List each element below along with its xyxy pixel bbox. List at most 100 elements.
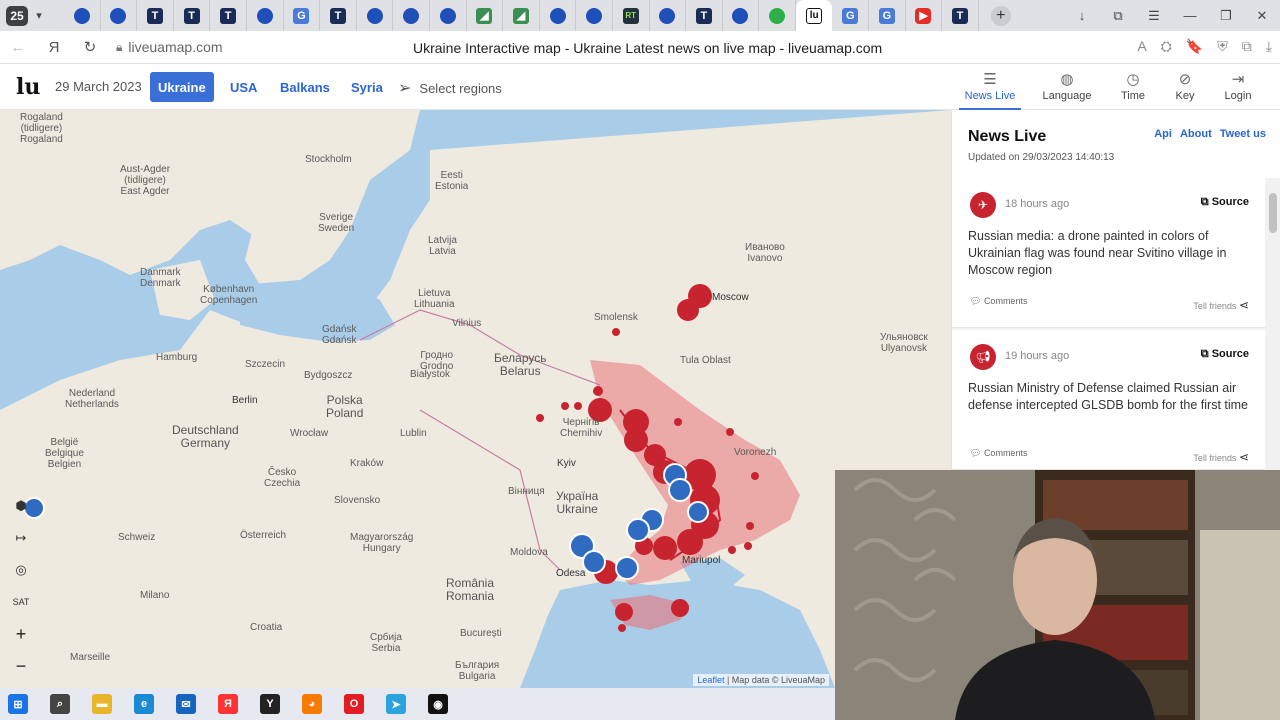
browser-tab[interactable] xyxy=(247,0,284,31)
comments-button[interactable]: 💬︎ Comments xyxy=(970,296,1027,307)
obs-icon[interactable]: ◉ xyxy=(428,694,448,714)
about-link[interactable]: About xyxy=(1180,128,1212,140)
source-link[interactable]: ⧉ Source xyxy=(1201,196,1249,209)
layers-icon[interactable]: ⬢ xyxy=(9,494,33,518)
interactive-map[interactable]: Rogaland (tidligere) Rogaland Aust-Agder … xyxy=(0,110,951,688)
browser-tab[interactable]: T xyxy=(320,0,357,31)
browser-tab[interactable] xyxy=(393,0,430,31)
youtube-icon: ▶ xyxy=(915,7,932,24)
region-syria-button[interactable]: Syria xyxy=(343,72,391,102)
windows-start-icon[interactable]: ⊞ xyxy=(8,694,28,714)
browser-tab[interactable] xyxy=(101,0,138,31)
browser-tab[interactable] xyxy=(650,0,687,31)
news-item[interactable]: 📢︎ 19 hours ago ⧉ Source Russian Ministr… xyxy=(952,330,1265,470)
browser-tab[interactable] xyxy=(64,0,101,31)
yandex-icon[interactable]: Я xyxy=(36,39,72,56)
share-button[interactable]: Tell friends ⋖ xyxy=(1193,298,1249,312)
map-place-label: Иваново Ivanovo xyxy=(745,242,785,264)
menu-news-live[interactable]: ☰ News Live xyxy=(959,70,1021,110)
satellite-toggle[interactable]: SAT xyxy=(9,590,33,614)
tab-list-chevron-icon[interactable]: ▾ xyxy=(28,6,50,26)
browser-tab[interactable]: G xyxy=(869,0,906,31)
browser-tab[interactable]: ◢ xyxy=(503,0,540,31)
tabs-icon[interactable]: ⧉ xyxy=(1242,38,1252,55)
news-scrollbar[interactable] xyxy=(1266,178,1280,470)
map-place-label: Wrocław xyxy=(290,428,329,439)
feather-icon: ◢ xyxy=(476,7,493,24)
telegram-icon[interactable]: ➤ xyxy=(386,694,406,714)
lock-icon[interactable]: 🔒︎ xyxy=(116,40,122,55)
leaflet-link[interactable]: Leaflet xyxy=(697,675,724,685)
hide-icon[interactable]: ◎ xyxy=(9,558,33,582)
browser-tab[interactable]: ◢ xyxy=(467,0,504,31)
map-place-label: Mariupol xyxy=(682,555,721,566)
new-tab-button[interactable]: + xyxy=(990,5,1011,26)
liveuamap-logo[interactable]: lu xyxy=(16,74,40,100)
comments-button[interactable]: 💬︎ Comments xyxy=(970,448,1027,459)
browser-tab[interactable]: ▶ xyxy=(906,0,943,31)
menu-login[interactable]: ⇥ Login xyxy=(1207,70,1269,102)
extensions-icon[interactable]: ⛭ xyxy=(1161,38,1172,55)
translate-icon: G xyxy=(293,7,310,24)
zoom-in-button[interactable]: + xyxy=(9,622,33,646)
news-list-icon: ☰ xyxy=(983,71,997,88)
news-text[interactable]: Russian media: a drone painted in colors… xyxy=(968,228,1258,279)
browser-tab[interactable]: T xyxy=(942,0,979,31)
browser-tab[interactable]: G xyxy=(284,0,321,31)
region-balkans-button[interactable]: Balkans xyxy=(272,72,338,102)
shield-icon[interactable]: ⛨ xyxy=(1217,38,1228,55)
menu-language[interactable]: ◍ Language xyxy=(1036,70,1098,102)
back-button[interactable]: ← xyxy=(0,39,36,56)
minimize-button[interactable]: — xyxy=(1172,8,1208,23)
browser-tab[interactable]: T xyxy=(137,0,174,31)
browser-tab[interactable] xyxy=(759,0,796,31)
api-link[interactable]: Api xyxy=(1154,128,1172,140)
bookmark-icon[interactable]: 🔖 xyxy=(1186,38,1203,55)
scrollbar-thumb[interactable] xyxy=(1269,193,1277,233)
browser-tab[interactable]: T xyxy=(174,0,211,31)
browser-tab[interactable]: G xyxy=(832,0,870,31)
zoom-out-button[interactable]: − xyxy=(9,654,33,678)
region-usa-button[interactable]: USA xyxy=(222,72,265,102)
downloads-icon[interactable]: ↓ xyxy=(1064,8,1100,23)
edge-icon[interactable]: e xyxy=(134,694,154,714)
browser-tab[interactable] xyxy=(576,0,613,31)
expand-arrow-icon[interactable]: ↦ xyxy=(9,526,33,550)
search-icon[interactable]: ⌕ xyxy=(50,694,70,714)
share-button[interactable]: Tell friends ⋖ xyxy=(1193,450,1249,464)
menu-icon[interactable]: ☰ xyxy=(1136,8,1172,24)
map-place-label: Беларусь Belarus xyxy=(494,351,547,378)
news-item[interactable]: ✈ 18 hours ago ⧉ Source Russian media: a… xyxy=(952,178,1265,328)
browser-tab[interactable] xyxy=(357,0,394,31)
region-ukraine-button[interactable]: Ukraine xyxy=(150,72,214,102)
file-explorer-icon[interactable]: ▬ xyxy=(92,694,112,714)
tab-count-badge[interactable]: 25 xyxy=(6,5,28,26)
download-icon[interactable]: ⤓ xyxy=(1266,38,1272,55)
news-feed[interactable]: ✈ 18 hours ago ⧉ Source Russian media: a… xyxy=(952,178,1280,470)
address-domain[interactable]: liveuamap.com xyxy=(128,39,328,55)
globe-icon: ◍ xyxy=(1060,71,1074,88)
reload-button[interactable]: ↻ xyxy=(72,38,108,56)
restore-button[interactable]: ❐ xyxy=(1208,8,1244,24)
browser-tab[interactable] xyxy=(540,0,577,31)
browser-tab[interactable]: T xyxy=(686,0,723,31)
select-regions-button[interactable]: ➢ Select regions xyxy=(398,78,502,98)
current-date[interactable]: 29 March 2023 xyxy=(55,79,142,94)
browser-tab[interactable]: RT xyxy=(613,0,650,31)
browser-tab[interactable]: lu xyxy=(795,0,833,31)
yandex-browser-icon[interactable]: Y xyxy=(260,694,280,714)
collections-icon[interactable]: ⧉ xyxy=(1100,8,1136,24)
browser-tab[interactable]: T xyxy=(210,0,247,31)
browser-tab[interactable] xyxy=(430,0,467,31)
translate-icon[interactable]: A xyxy=(1137,38,1146,55)
yandex-icon[interactable]: Я xyxy=(218,694,238,714)
browser-tab[interactable] xyxy=(723,0,760,31)
blue-marker xyxy=(582,550,606,574)
opera-icon[interactable]: O xyxy=(344,694,364,714)
mail-icon[interactable]: ✉ xyxy=(176,694,196,714)
tweet-us-link[interactable]: Tweet us xyxy=(1220,128,1266,140)
firefox-icon[interactable]: ◕ xyxy=(302,694,322,714)
source-link[interactable]: ⧉ Source xyxy=(1201,348,1249,361)
close-button[interactable]: ✕ xyxy=(1244,8,1280,24)
news-text[interactable]: Russian Ministry of Defense claimed Russ… xyxy=(968,380,1258,414)
